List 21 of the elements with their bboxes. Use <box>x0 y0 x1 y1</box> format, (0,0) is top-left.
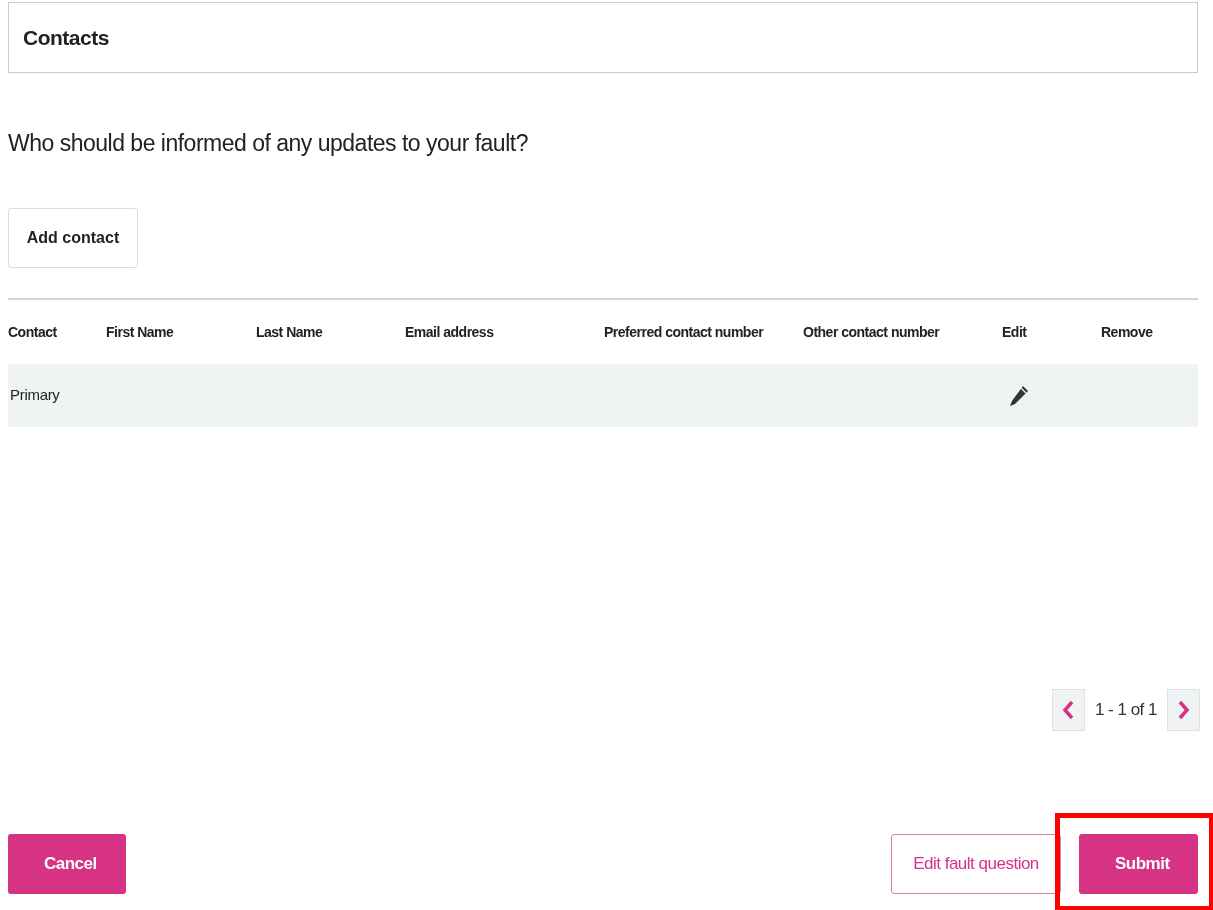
column-header: First Name <box>106 322 175 342</box>
column-header: Other contact number <box>803 322 941 342</box>
pencil-icon[interactable] <box>1008 383 1030 408</box>
chevron-left-icon <box>1062 700 1075 720</box>
column-header: Preferred contact number <box>604 322 765 342</box>
column-header: Email address <box>405 322 495 342</box>
column-header: Edit <box>1002 322 1028 342</box>
previous-page-button[interactable] <box>1051 689 1085 731</box>
column-header: Contact <box>8 322 58 342</box>
table-cell-text: Primary <box>9 385 61 406</box>
pagination-label: 1 - 1 of 1 <box>1094 699 1157 722</box>
submit-button[interactable]: Submit <box>1079 834 1198 894</box>
add-contact-button[interactable]: Add contact <box>8 208 138 268</box>
column-header: Last Name <box>256 322 324 342</box>
panel-title: Contacts <box>23 24 109 51</box>
cancel-button[interactable]: Cancel <box>8 834 126 894</box>
edit-fault-question-button[interactable]: Edit fault question <box>891 834 1061 894</box>
column-header: Remove <box>1101 322 1154 342</box>
next-page-button[interactable] <box>1167 689 1200 731</box>
question-text: Who should be informed of any updates to your fault? <box>8 129 528 158</box>
chevron-right-icon <box>1177 700 1190 720</box>
